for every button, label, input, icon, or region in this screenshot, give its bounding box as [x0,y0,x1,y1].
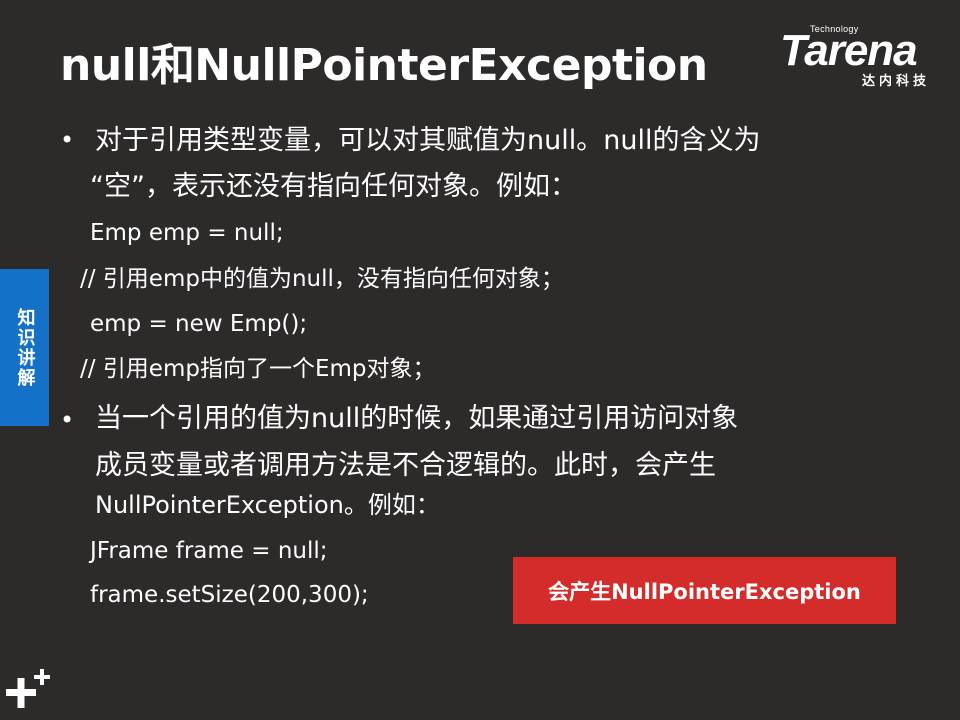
code-line: Emp emp = null; [90,220,284,246]
section2-line1: 当一个引用的值为null的时候，如果通过引用访问对象 [95,403,739,434]
callout-box: 会产生NullPointerException [513,557,896,624]
code-line: emp = new Emp(); [90,311,308,337]
section2-line3: NullPointerException。例如： [95,491,440,519]
section1-line2: “空”，表示还没有指向任何对象。例如： [90,171,577,202]
tarena-logo: Technology Tarena 达内科技 [780,20,950,90]
side-tab: 知识讲解 [0,269,49,426]
code-line: JFrame frame = null; [90,538,328,564]
side-tab-label: 知识讲解 [14,307,36,388]
section2-line2: 成员变量或者调用方法是不合逻辑的。此时，会产生 [95,450,716,481]
logo-name-text: Tarena [780,26,918,75]
code-comment: // 引用emp指向了一个Emp对象； [80,356,436,382]
bullet-icon: • [60,126,75,154]
bullet-icon: • [60,406,75,434]
slide-title: null和NullPointerException [60,40,708,91]
logo-cn-text: 达内科技 [862,74,931,89]
callout-text: 会产生NullPointerException [548,579,861,604]
section1-line1: 对于引用类型变量，可以对其赋值为null。null的含义为 [95,125,761,156]
plus-icon [6,669,50,708]
code-comment: // 引用emp中的值为null，没有指向任何对象； [80,266,564,292]
code-line: frame.setSize(200,300); [90,582,369,608]
